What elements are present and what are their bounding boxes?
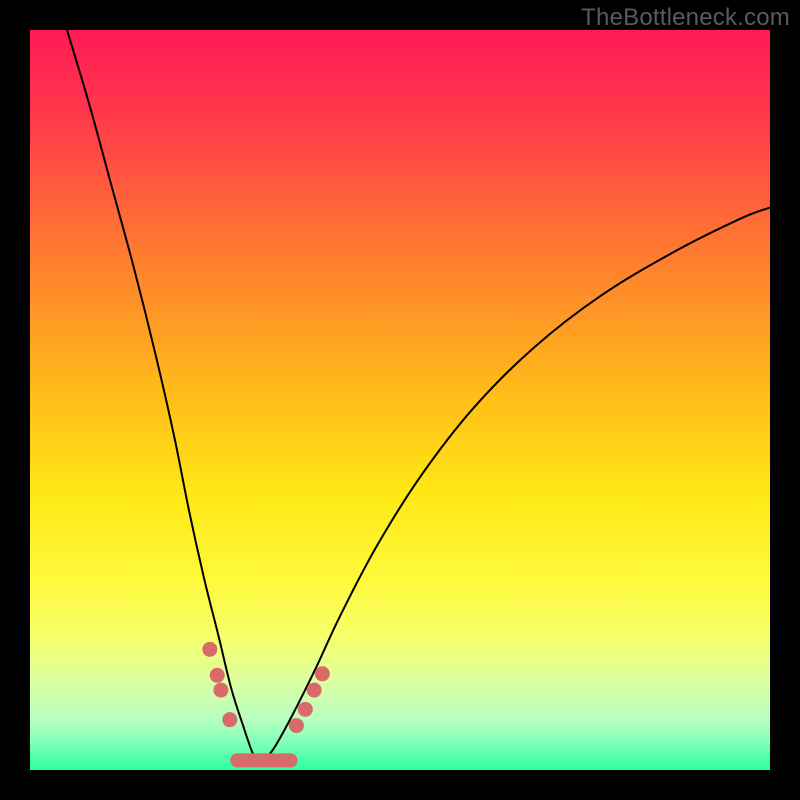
chart-frame: TheBottleneck.com — [0, 0, 800, 800]
curve-left — [67, 30, 259, 766]
marker-dot — [298, 702, 313, 717]
marker-dot — [202, 642, 217, 657]
watermark-text: TheBottleneck.com — [581, 4, 790, 32]
marker-dot — [210, 668, 225, 683]
marker-dot — [307, 683, 322, 698]
marker-dot — [289, 718, 304, 733]
chart-svg — [30, 30, 770, 770]
marker-dot — [222, 712, 237, 727]
curve-right — [259, 208, 770, 767]
marker-dot — [315, 666, 330, 681]
marker-group — [202, 642, 329, 761]
marker-dot — [213, 683, 228, 698]
